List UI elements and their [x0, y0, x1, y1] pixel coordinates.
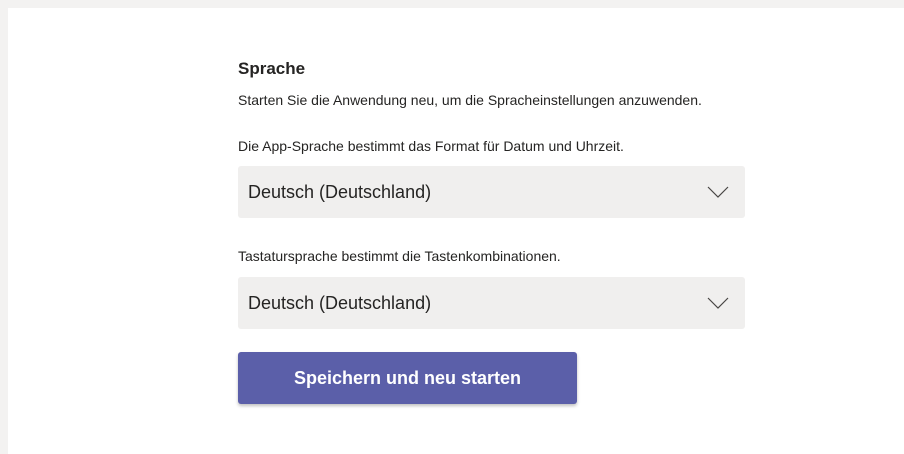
chevron-down-icon — [707, 293, 729, 313]
app-language-selected-value: Deutsch (Deutschland) — [248, 182, 432, 202]
keyboard-language-dropdown[interactable]: Deutsch (Deutschland) — [238, 277, 745, 329]
restart-notice: Starten Sie die Anwendung neu, um die Sp… — [238, 92, 702, 108]
app-language-dropdown[interactable]: Deutsch (Deutschland) — [238, 166, 745, 218]
save-and-restart-button[interactable]: Speichern und neu starten — [238, 352, 577, 404]
app-language-description: Die App-Sprache bestimmt das Format für … — [238, 138, 624, 154]
settings-panel: Sprache Starten Sie die Anwendung neu, u… — [8, 8, 904, 454]
keyboard-language-selected-value: Deutsch (Deutschland) — [248, 293, 432, 313]
settings-window: Sprache Starten Sie die Anwendung neu, u… — [0, 0, 904, 454]
chevron-down-icon — [707, 182, 729, 202]
section-title: Sprache — [238, 59, 306, 78]
keyboard-language-description: Tastatursprache bestimmt die Tastenkombi… — [238, 248, 561, 264]
